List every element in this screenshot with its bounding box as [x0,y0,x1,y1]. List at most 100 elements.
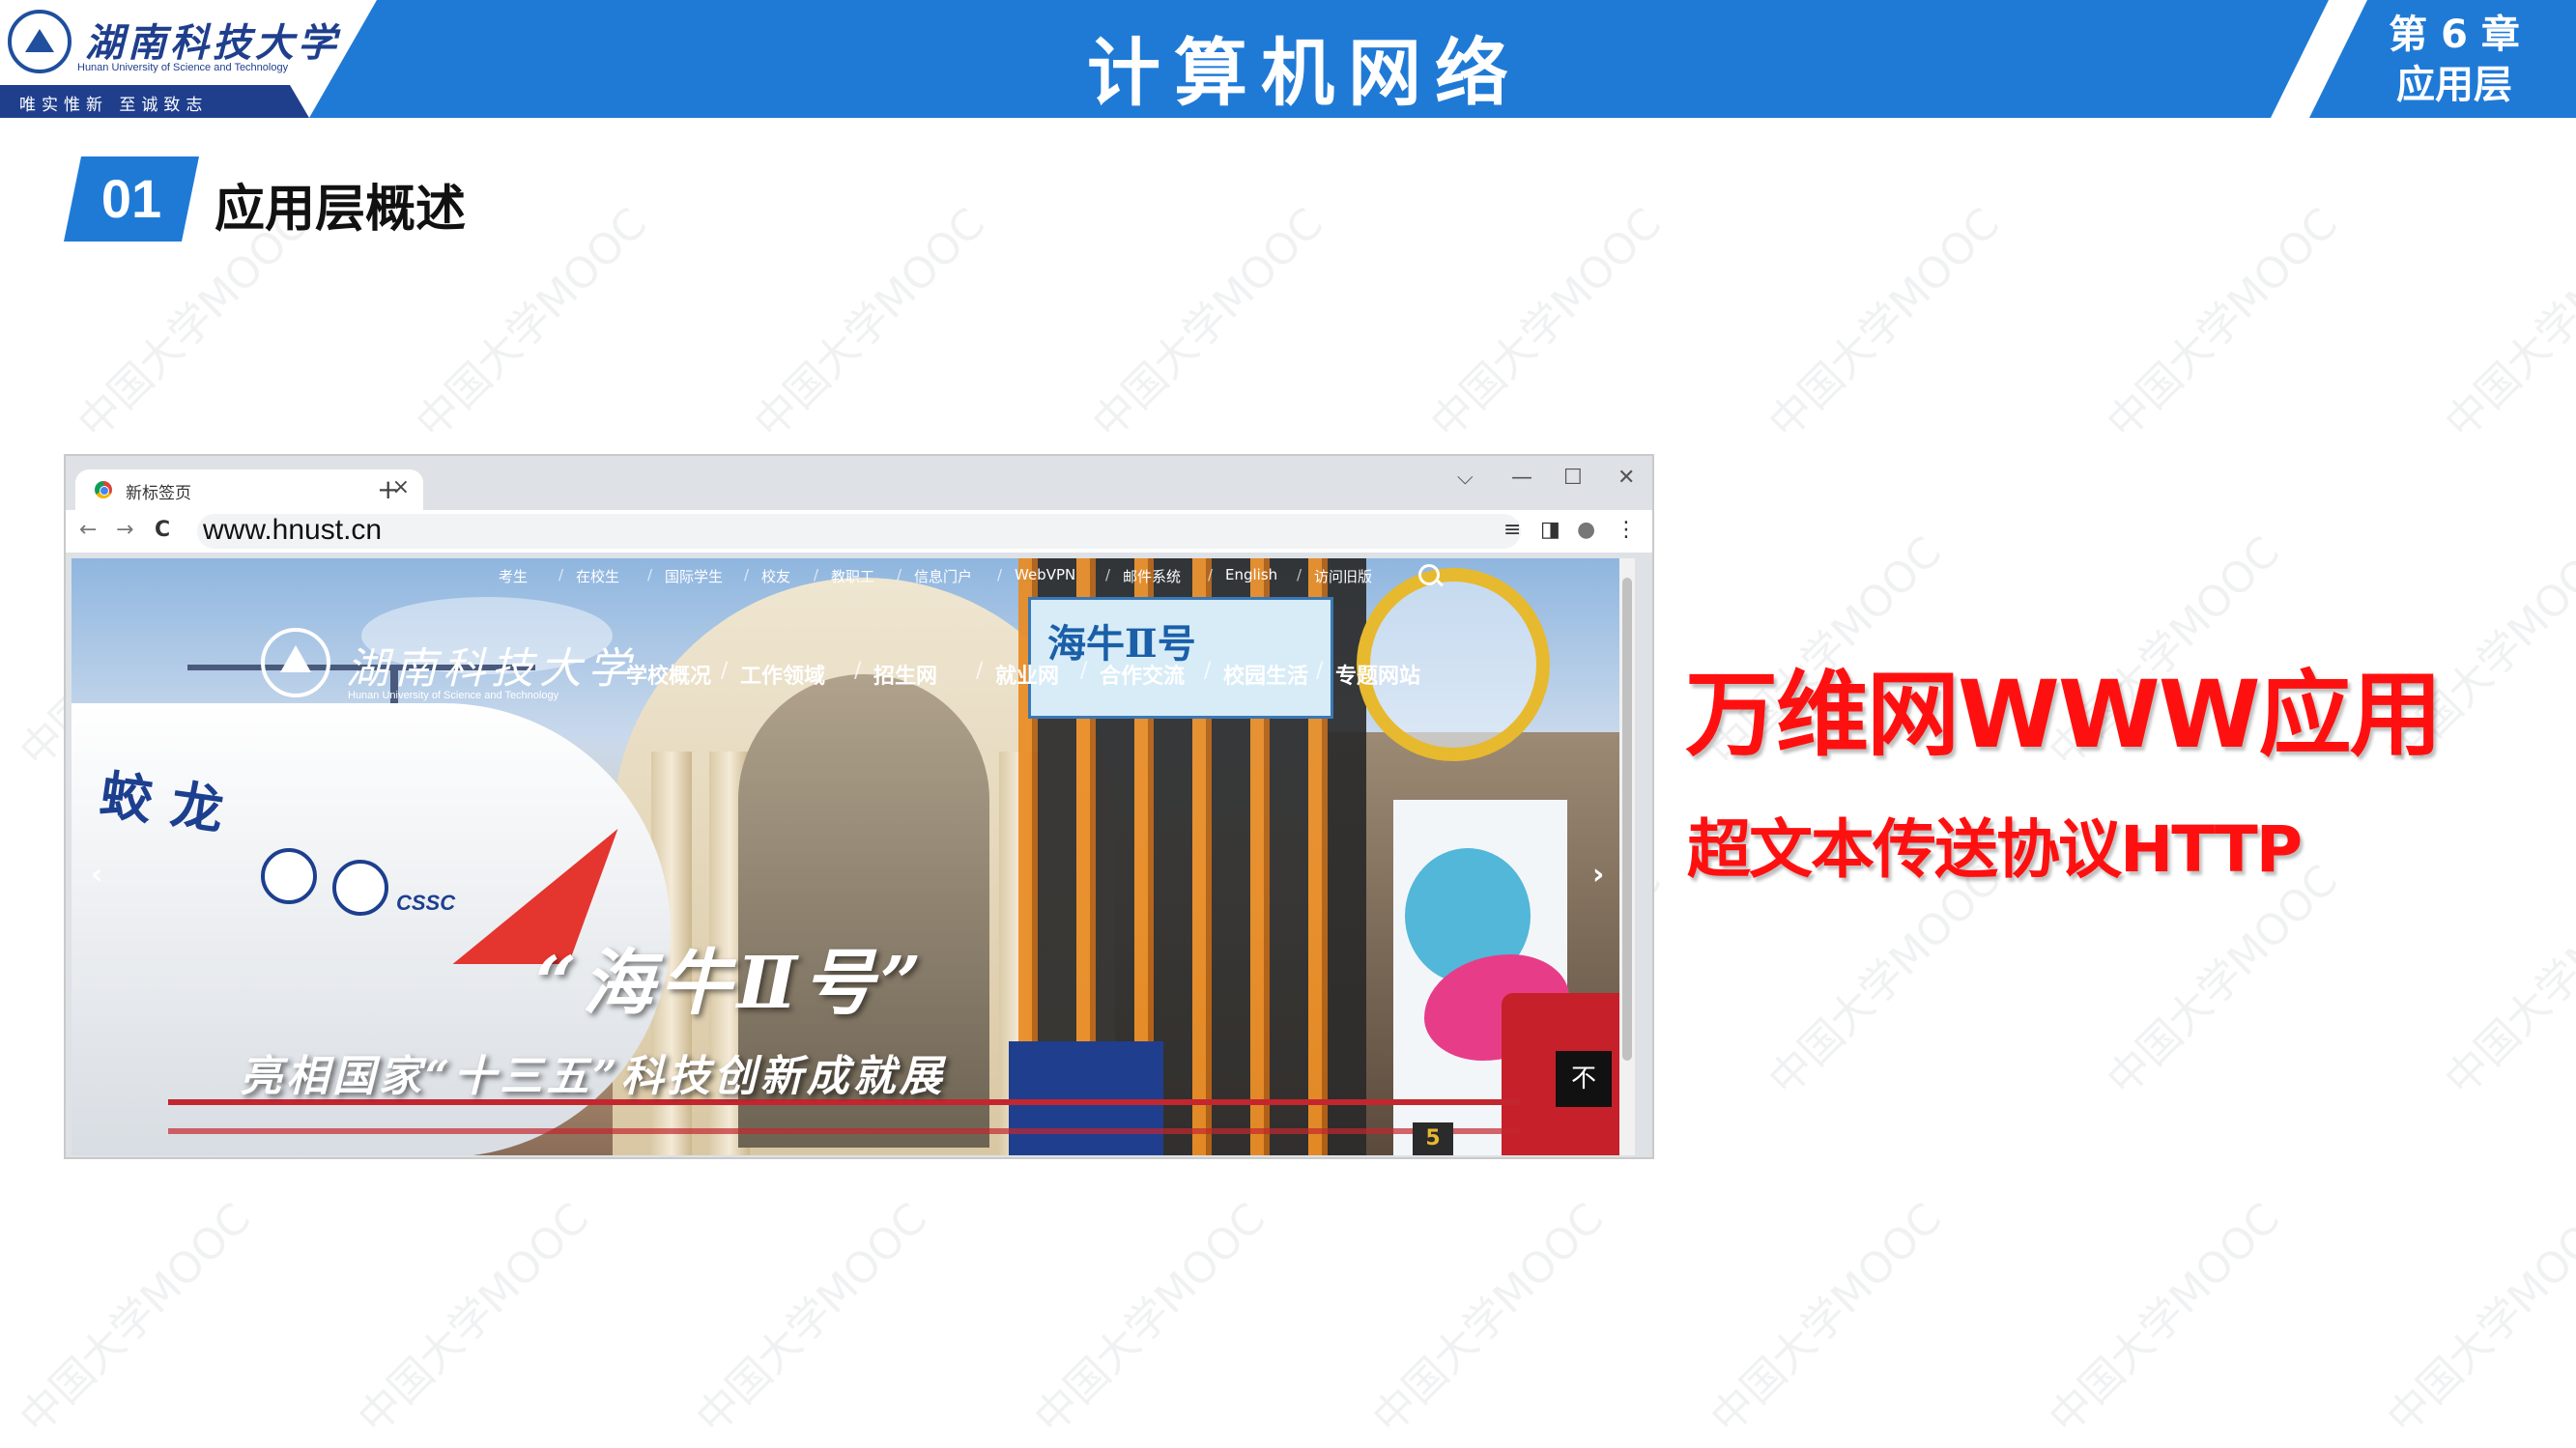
heading-www: 万维网WWW应用 [1685,661,2443,769]
browser-window: 新标签页 × + ⌵ — ☐ ✕ ← → C www.hnust.cn ≡ ◨ … [64,454,1654,1159]
site-main-nav-item[interactable]: 合作交流 [1100,659,1185,690]
scrollbar-thumb[interactable] [1622,578,1632,1061]
profile-icon[interactable]: ● [1577,518,1595,542]
site-main-nav-separator: / [1316,659,1324,683]
address-bar[interactable] [197,514,1521,549]
site-top-nav: 考生 / 在校生 / 国际学生 / 校友 / 教职工 / 信息门户 / WebVPN / 邮件系统 / Engl… [72,558,1635,593]
site-top-nav-item[interactable]: 邮件系统 [1123,566,1181,586]
watermark-text: 中国大学MOOC [349,1194,599,1444]
top-banner: 湖南科技大学 Hunan University of Science and T… [0,0,2576,118]
submarine-logo-icon [332,860,388,916]
submarine-logo-icon [261,848,317,904]
site-main-nav-item[interactable]: 就业网 [995,659,1059,690]
watermark-text: 中国大学MOOC [1760,199,2010,449]
site-top-nav-item[interactable]: 国际学生 [665,566,723,586]
tab-search-icon[interactable]: ⌵ [1457,466,1474,490]
site-top-nav-separator: / [997,566,1003,583]
site-top-nav-item[interactable]: English [1225,566,1277,583]
address-bar-url[interactable]: www.hnust.cn [203,514,382,547]
reload-icon[interactable]: C [155,518,170,542]
site-main-nav-separator: / [721,659,729,683]
page-scrollbar[interactable] [1619,558,1635,1155]
watermark-text: 中国大学MOOC [1421,199,1672,449]
site-search-icon[interactable] [1418,564,1440,585]
minimize-icon[interactable]: — [1511,466,1532,490]
watermark-text: 中国大学MOOC [2378,1194,2576,1444]
slide-prev-arrow[interactable]: ‹ [91,858,102,892]
chapter-number: 第 6 章 [2389,13,2520,57]
watermark-text: 中国大学MOOC [1083,199,1333,449]
university-motto: 唯实惟新 至诚致志 [19,96,209,115]
university-emblem-icon [8,10,72,73]
tab-title: 新标签页 [126,484,191,503]
site-logo-icon[interactable] [261,628,330,697]
maximize-icon[interactable]: ☐ [1563,466,1583,490]
chrome-icon [95,481,112,498]
tab-strip: 新标签页 × + ⌵ — ☐ ✕ [66,456,1652,510]
new-tab-button[interactable]: + [377,473,399,505]
watermark-text: 中国大学MOOC [2098,199,2348,449]
site-logo-text[interactable]: 湖南科技大学 [346,634,636,696]
browser-toolbar: ← → C www.hnust.cn ≡ ◨ ● ⋮ [66,510,1652,553]
watermark-text: 中国大学MOOC [2040,1194,2290,1444]
watermark-text: 中国大学MOOC [745,199,995,449]
site-top-nav-separator: / [897,566,902,583]
site-main-nav-item[interactable]: 专题网站 [1335,659,1420,690]
rope-barrier [168,1128,1521,1134]
tab-new-tab[interactable]: 新标签页 × [75,469,423,510]
back-icon[interactable]: ← [79,518,97,542]
site-main-nav-separator: / [1080,659,1088,683]
site-top-nav-separator: / [1208,566,1214,583]
site-top-nav-item[interactable]: 考生 [499,566,528,586]
watermark-text: 中国大学MOOC [11,1194,261,1444]
reading-list-icon[interactable]: ≡ [1503,518,1521,542]
chapter-label: 第 6 章 应用层 [2358,10,2551,110]
watermark-text: 中国大学MOOC [1363,1194,1614,1444]
site-top-nav-separator: / [1105,566,1111,583]
chapter-name: 应用层 [2396,63,2512,107]
course-title: 计算机网络 [1087,30,1522,116]
site-top-nav-item[interactable]: 信息门户 [914,566,972,586]
slide-subheadline: 亮相国家“十三五”科技创新成就展 [240,1052,946,1101]
watermark-text: 中国大学MOOC [1702,1194,1952,1444]
site-main-nav-item[interactable]: 工作领域 [740,659,825,690]
university-name-en: Hunan University of Science and Technolo… [77,62,289,73]
site-main-nav-item[interactable]: 招生网 [873,659,937,690]
watermark-text: 中国大学MOOC [2436,856,2576,1106]
site-top-nav-item[interactable]: 校友 [761,566,790,586]
slide-headline: “海牛Ⅱ号” [535,942,928,1025]
slide-number-badge: 5 [1413,1122,1453,1155]
site-top-nav-separator: / [814,566,819,583]
site-top-nav-separator: / [1297,566,1302,583]
slide-next-arrow[interactable]: › [1592,858,1604,892]
section-number: 01 [100,168,162,229]
site-main-nav-item[interactable]: 学校概况 [626,659,711,690]
webpage-viewport: 海牛Ⅱ号 蛟龙 CSSC 考生 / 在校生 / 国际学生 / 校友 / 教职工 / 信息门户 / Web… [72,558,1635,1155]
watermark-text: 中国大学MOOC [687,1194,937,1444]
site-logo-text-en: Hunan University of Science and Technolo… [348,690,559,701]
back-to-top-button[interactable]: 不 [1556,1051,1612,1107]
site-main-nav-separator: / [1204,659,1212,683]
menu-icon[interactable]: ⋮ [1616,518,1637,542]
watermark-text: 中国大学MOOC [2436,199,2576,449]
site-top-nav-item[interactable]: 教职工 [831,566,874,586]
university-logo[interactable]: 湖南科技大学 Hunan University of Science and T… [0,0,348,118]
university-name: 湖南科技大学 [85,20,340,66]
close-window-icon[interactable]: ✕ [1617,466,1635,490]
site-top-nav-separator: / [647,566,653,583]
watermark-text: 中国大学MOOC [1025,1194,1275,1444]
site-top-nav-item[interactable]: 在校生 [576,566,619,586]
site-top-nav-separator: / [558,566,564,583]
exhibit-sign [1009,1041,1163,1155]
site-main-nav-item[interactable]: 校园生活 [1223,659,1308,690]
site-main-nav-separator: / [976,659,984,683]
site-top-nav-separator: / [744,566,750,583]
site-top-nav-item[interactable]: 访问旧版 [1314,566,1372,586]
section-title: 应用层概述 [215,181,467,239]
site-top-nav-item[interactable]: WebVPN [1015,566,1075,583]
subheading-http: 超文本传送协议HTTP [1687,812,2303,887]
side-panel-icon[interactable]: ◨ [1540,518,1560,542]
section-number-badge: 01 [64,156,199,241]
forward-icon[interactable]: → [116,518,133,542]
site-main-nav-separator: / [854,659,862,683]
